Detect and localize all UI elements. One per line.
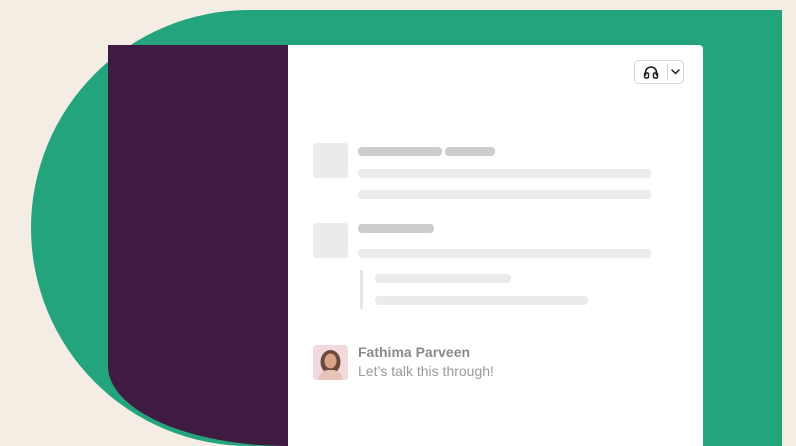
placeholder-quote-line <box>375 296 588 305</box>
placeholder-text-line <box>358 249 651 258</box>
message-text: Let’s talk this through! <box>358 363 494 379</box>
app-window: Fathima Parveen Let’s talk this through! <box>108 45 703 446</box>
huddle-button[interactable] <box>634 60 684 84</box>
placeholder-text-line <box>358 169 651 178</box>
sidebar <box>108 45 288 446</box>
placeholder-name-line <box>358 147 442 156</box>
headphones-icon[interactable] <box>635 61 667 83</box>
placeholder-avatar <box>313 143 348 178</box>
placeholder-text-line <box>358 190 651 199</box>
message-body: Fathima Parveen Let’s talk this through! <box>358 344 494 381</box>
placeholder-quote-bar <box>360 270 363 309</box>
placeholder-name-line <box>445 147 495 156</box>
main-pane: Fathima Parveen Let’s talk this through! <box>288 45 703 446</box>
user-avatar[interactable] <box>313 345 348 380</box>
placeholder-quote-line <box>375 274 511 283</box>
placeholder-avatar <box>313 223 348 258</box>
message-item: Fathima Parveen Let’s talk this through! <box>313 344 494 381</box>
chevron-down-icon[interactable] <box>668 61 683 83</box>
placeholder-name-line <box>358 224 434 233</box>
sender-name[interactable]: Fathima Parveen <box>358 344 494 361</box>
